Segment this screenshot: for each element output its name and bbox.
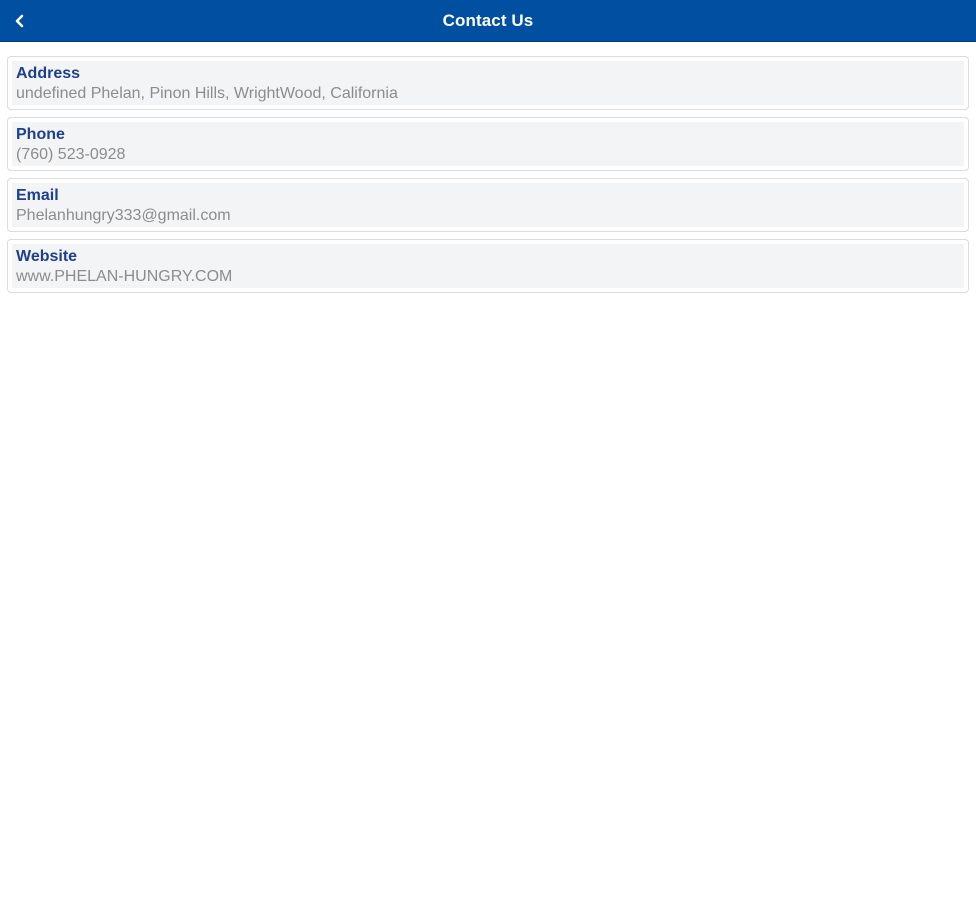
contact-list: Address undefined Phelan, Pinon Hills, W… bbox=[0, 42, 976, 293]
chevron-left-icon bbox=[14, 14, 26, 28]
address-value: undefined Phelan, Pinon Hills, WrightWoo… bbox=[16, 85, 398, 102]
email-label: Email bbox=[16, 187, 59, 204]
page-title: Contact Us bbox=[442, 10, 534, 30]
contact-item-address[interactable]: Address undefined Phelan, Pinon Hills, W… bbox=[7, 56, 969, 110]
email-value: Phelanhungry333@gmail.com bbox=[16, 207, 231, 224]
website-label: Website bbox=[16, 248, 78, 265]
website-value: www.PHELAN-HUNGRY.COM bbox=[16, 268, 233, 285]
phone-label: Phone bbox=[16, 126, 65, 143]
contact-item-phone[interactable]: Phone (760) 523-0928 bbox=[7, 117, 969, 171]
address-label: Address bbox=[16, 65, 81, 82]
back-button[interactable] bbox=[0, 0, 40, 42]
contact-item-email[interactable]: Email Phelanhungry333@gmail.com bbox=[7, 178, 969, 232]
app-header: Contact Us bbox=[0, 0, 976, 42]
contact-item-website[interactable]: Website www.PHELAN-HUNGRY.COM bbox=[7, 239, 969, 293]
phone-value: (760) 523-0928 bbox=[16, 146, 126, 163]
